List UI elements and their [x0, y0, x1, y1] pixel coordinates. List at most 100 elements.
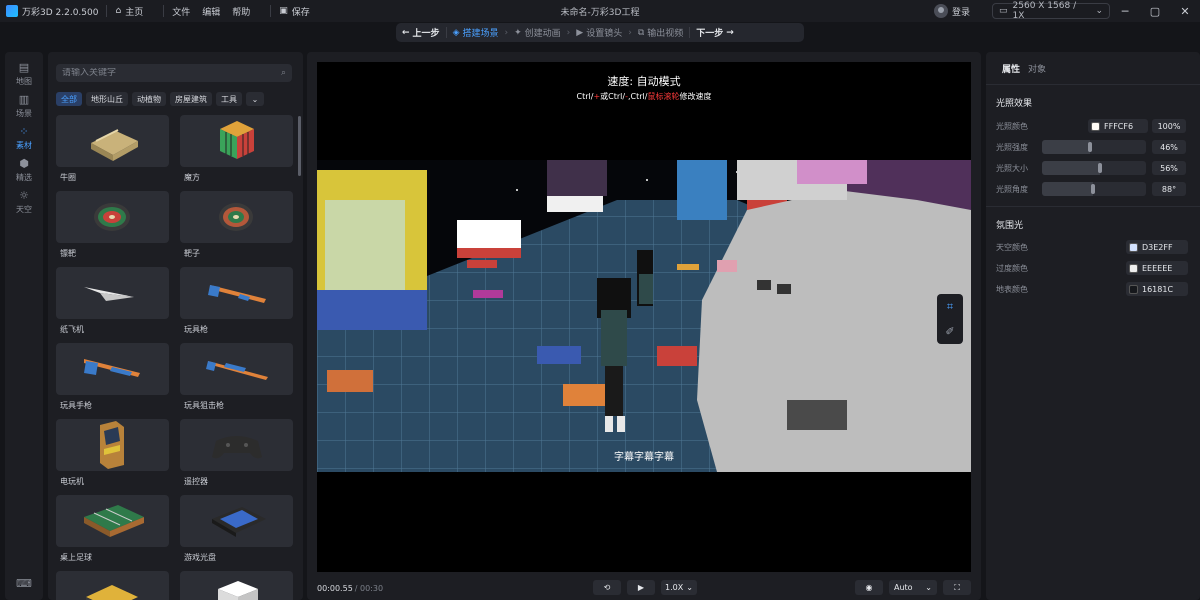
play-button[interactable]: ▶ — [627, 580, 655, 595]
maximize-button[interactable]: ▢ — [1140, 0, 1170, 22]
camera-icon: ▶ — [576, 27, 584, 38]
fullscreen-button[interactable]: ⛶ — [943, 580, 971, 595]
asset-label: 玩具狙击枪 — [184, 401, 224, 410]
asset-label: 魔方 — [184, 173, 200, 182]
tool-label: 素材 — [16, 141, 32, 150]
asset-label: 玩具枪 — [184, 325, 208, 334]
tool-assets[interactable]: ⁘ 素材 — [5, 122, 43, 154]
title-bar: 万彩3D 2.2.0.500 ⌂ 主页 文件 编辑 帮助 ▣ 保存 未命名-万彩… — [0, 0, 1200, 22]
asset-tile-game-disc[interactable] — [180, 495, 293, 547]
tool-label: 场景 — [16, 109, 32, 118]
arrow-left-icon: ← — [402, 27, 410, 38]
toy-gun-thumbnail — [208, 285, 266, 303]
screenshot-button[interactable]: ◉ — [855, 580, 883, 595]
light-angle-row: 光照角度 88° — [996, 182, 1192, 196]
asset-tile-cattle-pen[interactable] — [56, 115, 169, 167]
featured-icon: ⬢ — [19, 157, 29, 170]
loop-button[interactable]: ⟲ — [593, 580, 621, 595]
tool-scene[interactable]: ▥ 场景 — [5, 90, 43, 122]
tab-properties[interactable]: 属性 — [1002, 62, 1020, 75]
save-button[interactable]: ▣ 保存 — [279, 5, 310, 18]
tab-objects[interactable]: 对象 — [1028, 62, 1046, 75]
light-angle-value[interactable]: 88° — [1152, 182, 1186, 196]
search-input[interactable] — [62, 68, 281, 78]
category-tabs: 全部 地形山丘 动植物 房屋建筑 工具 ⌄ — [56, 92, 264, 106]
asset-tile-rubiks-cube[interactable] — [180, 115, 293, 167]
prev-step-button[interactable]: ← 上一步 — [396, 23, 446, 42]
asset-tile-controller[interactable] — [180, 419, 293, 471]
light-size-slider[interactable] — [1042, 161, 1146, 175]
transition-color-input[interactable]: EEEEEE — [1126, 261, 1188, 275]
resolution-select[interactable]: ▭ 2560 X 1568 / 1X ⌄ — [992, 1, 1110, 21]
light-size-value[interactable]: 56% — [1152, 161, 1186, 175]
tool-label: 天空 — [16, 205, 32, 214]
prev-step-label: 上一步 — [412, 29, 440, 39]
category-animals-plants[interactable]: 动植物 — [132, 92, 166, 106]
asset-tile-dartboard[interactable] — [56, 191, 169, 243]
asset-tile-partial[interactable] — [180, 571, 293, 600]
next-step-button[interactable]: 下一步 → — [690, 23, 740, 42]
category-terrain[interactable]: 地形山丘 — [86, 92, 128, 106]
light-angle-slider[interactable] — [1042, 182, 1146, 196]
save-icon: ▣ — [279, 6, 288, 16]
asset-tile-target[interactable] — [180, 191, 293, 243]
category-buildings[interactable]: 房屋建筑 — [170, 92, 212, 106]
tool-label: 精选 — [16, 173, 32, 182]
category-all[interactable]: 全部 — [56, 92, 82, 106]
scrollbar[interactable] — [298, 116, 301, 176]
hint-key: 鼠标滚轮 — [647, 92, 680, 101]
sky-color-input[interactable]: D3E2FF — [1126, 240, 1188, 254]
home-menu-button[interactable]: ⌂ 主页 — [115, 5, 143, 18]
asset-label: 遥控器 — [184, 477, 208, 486]
3d-viewport[interactable]: 速度: 自动模式 Ctrl/+或Ctrl/-,Ctrl/鼠标滚轮修改速度 字幕字… — [317, 62, 971, 572]
step-set-camera[interactable]: ▶ 设置镜头 — [570, 23, 628, 42]
light-intensity-value[interactable]: 46% — [1152, 140, 1186, 154]
light-intensity-slider[interactable] — [1042, 140, 1146, 154]
ground-color-input[interactable]: 16181C — [1126, 282, 1188, 296]
step-export-video[interactable]: ⧉ 输出视频 — [632, 23, 689, 42]
slider-handle[interactable] — [1098, 163, 1103, 173]
light-intensity-row: 光照强度 46% — [996, 140, 1192, 154]
step-create-animation[interactable]: ✦ 创建动画 — [508, 23, 567, 42]
light-color-value: FFFCF6 — [1104, 121, 1134, 131]
sky-color-value: D3E2FF — [1142, 242, 1173, 252]
tool-featured[interactable]: ⬢ 精选 — [5, 154, 43, 186]
tool-sky[interactable]: ☼ 天空 — [5, 186, 43, 218]
quality-select[interactable]: Auto ⌄ — [889, 580, 937, 595]
arcade-machine-thumbnail — [100, 421, 124, 469]
asset-tile-paper-plane[interactable] — [56, 267, 169, 319]
game-disc-thumbnail — [212, 507, 266, 537]
avatar[interactable] — [933, 4, 948, 18]
keyboard-icon[interactable]: ⌨ — [5, 577, 43, 590]
slider-handle[interactable] — [1090, 184, 1095, 194]
minimize-button[interactable]: ─ — [1110, 0, 1140, 22]
asset-tile-arcade-machine[interactable] — [56, 419, 169, 471]
playback-right-controls: ◉ Auto ⌄ ⛶ — [855, 580, 971, 595]
slider-handle[interactable] — [1087, 142, 1092, 152]
step-build-scene[interactable]: ◈ 搭建场景 — [447, 23, 505, 42]
chevron-down-icon[interactable]: ⌄ — [246, 92, 264, 106]
help-menu[interactable]: 帮助 — [232, 5, 250, 18]
asset-tile-toy-gun[interactable] — [180, 267, 293, 319]
login-button[interactable]: 登录 — [952, 5, 970, 18]
close-button[interactable]: ✕ — [1170, 0, 1200, 22]
loop-icon: ⟲ — [603, 583, 611, 592]
divider — [163, 5, 165, 17]
speed-select[interactable]: 1.0X ⌄ — [661, 580, 697, 595]
pin-icon[interactable]: ✐ — [945, 325, 954, 338]
asset-tile-toy-pistol[interactable] — [56, 343, 169, 395]
edit-menu[interactable]: 编辑 — [202, 5, 220, 18]
tool-map[interactable]: ▤ 地图 — [5, 58, 43, 90]
grid-icon[interactable]: ⌗ — [947, 300, 953, 314]
light-opacity-input[interactable]: 100% — [1152, 119, 1186, 133]
edit-menu-label: 编辑 — [202, 7, 221, 18]
category-tools[interactable]: 工具 — [216, 92, 242, 106]
light-color-input[interactable]: FFFCF6 — [1088, 119, 1148, 133]
file-menu[interactable]: 文件 — [172, 5, 190, 18]
asset-tile-foosball[interactable] — [56, 495, 169, 547]
asset-tile-toy-sniper[interactable] — [180, 343, 293, 395]
search-icon[interactable]: ⌕ — [281, 68, 286, 78]
app-logo-icon — [6, 5, 18, 17]
hint-text: 修改速度 — [679, 92, 712, 101]
asset-tile-partial[interactable] — [56, 571, 169, 600]
